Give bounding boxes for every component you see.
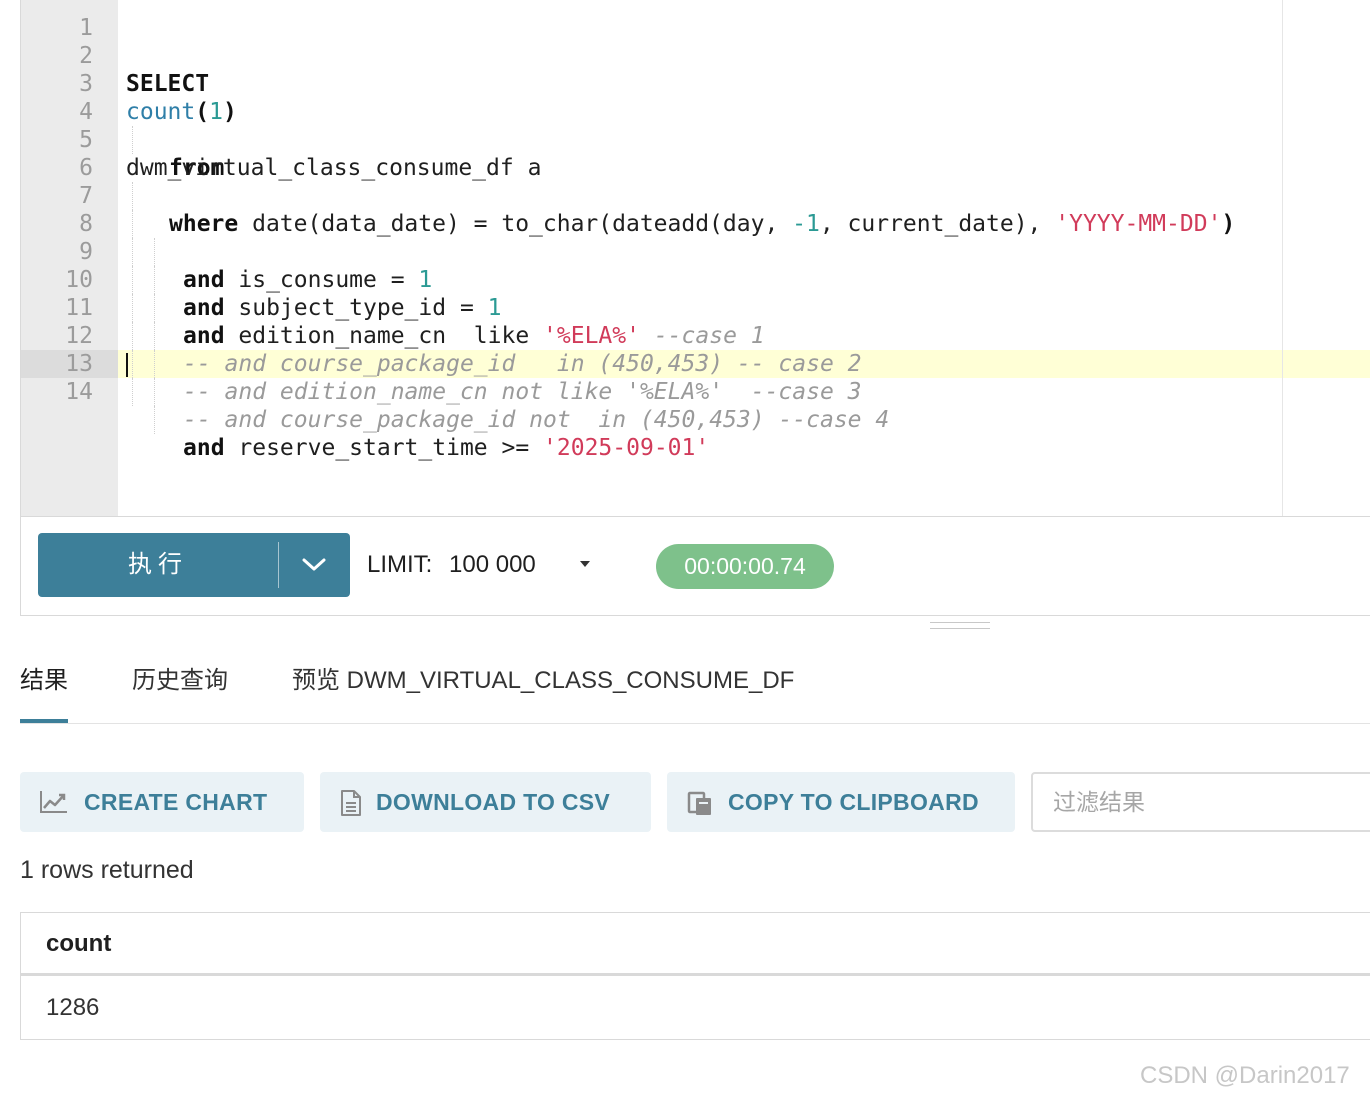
column-header-count[interactable]: count <box>46 930 111 958</box>
indent-guide <box>154 406 155 434</box>
table-cell: 1286 <box>46 994 100 1021</box>
code-line: 7 and is_consume = 1 <box>21 154 1370 293</box>
run-options-dropdown[interactable] <box>279 533 350 597</box>
indent-guide <box>132 378 133 406</box>
code-line: 9 and edition_name_cn like '%ELA%' --cas… <box>21 210 1370 349</box>
code-line: 13 and reserve_start_time >= '2025-09-01… <box>21 322 1370 461</box>
create-chart-label[interactable]: CREATE CHART <box>84 772 267 832</box>
code-line: 14 <box>21 350 1370 405</box>
table-header-row: count <box>21 913 1370 976</box>
active-tab-indicator <box>20 719 68 723</box>
tab-query-history-label[interactable]: 历史查询 <box>132 667 228 694</box>
tab-results[interactable]: 结果 <box>20 660 68 724</box>
sql-comment: -- and edition_name_cn not like '%ELA%' … <box>183 379 862 405</box>
copy-to-clipboard-button[interactable]: COPY TO CLIPBOARD <box>667 772 1015 832</box>
limit-value[interactable]: 100 000 <box>449 551 536 578</box>
code-line: 4 from <box>21 70 1370 181</box>
watermark: CSDN @Darin2017 <box>1140 1062 1350 1089</box>
limit-selector[interactable]: LIMIT: 100 000 <box>367 548 536 582</box>
line-chart-icon <box>40 791 67 813</box>
document-icon <box>341 790 361 816</box>
keyword-and: and <box>183 435 225 461</box>
run-button[interactable]: 执行 <box>38 533 350 597</box>
run-button-label[interactable]: 执行 <box>38 533 278 597</box>
code-line: 8 and subject_type_id = 1 <box>21 182 1370 321</box>
string-literal: '2025-09-01' <box>543 435 710 461</box>
resize-handle[interactable] <box>930 622 990 632</box>
download-csv-label[interactable]: DOWNLOAD TO CSV <box>376 772 610 832</box>
download-csv-button[interactable]: DOWNLOAD TO CSV <box>320 772 651 832</box>
sql-editor[interactable]: 1 2 SELECT 3 count(1) 4 from 5 dwm_virtu… <box>21 0 1370 517</box>
code-line: 1 <box>21 0 1370 41</box>
tab-results-label[interactable]: 结果 <box>20 667 68 694</box>
results-tabs: 结果 历史查询 预览 DWM_VIRTUAL_CLASS_CONSUME_DF <box>20 660 1370 724</box>
sql-comment: -- and course_package_id not in (450,453… <box>183 407 890 433</box>
expression: reserve_start_time >= <box>224 435 544 461</box>
indent-guide <box>154 378 155 406</box>
text-cursor <box>126 353 128 377</box>
code-line: 12 -- and course_package_id not in (450,… <box>21 294 1370 433</box>
code-line: 6 where date(data_date) = to_char(datead… <box>21 126 1370 237</box>
code-line: 10 -- and course_package_id in (450,453)… <box>21 238 1370 377</box>
clipboard-copy-icon <box>687 791 711 815</box>
code-line: 3 count(1) <box>21 42 1370 125</box>
chevron-down-icon[interactable] <box>301 555 327 575</box>
table-row: 1286 <box>21 978 1370 1039</box>
query-timer-badge: 00:00:00.74 <box>656 544 834 589</box>
line-number: 14 <box>65 379 93 405</box>
tab-query-history[interactable]: 历史查询 <box>132 660 228 724</box>
code-line: 5 dwm_virtual_class_consume_df a <box>21 98 1370 181</box>
copy-to-clipboard-label[interactable]: COPY TO CLIPBOARD <box>728 772 979 832</box>
create-chart-button[interactable]: CREATE CHART <box>20 772 304 832</box>
results-table: count 1286 <box>20 912 1370 1040</box>
sql-editor-panel: 1 2 SELECT 3 count(1) 4 from 5 dwm_virtu… <box>20 0 1370 616</box>
caret-down-icon[interactable] <box>579 559 591 569</box>
code-line: 2 SELECT <box>21 14 1370 97</box>
tab-preview[interactable]: 预览 DWM_VIRTUAL_CLASS_CONSUME_DF <box>292 660 794 724</box>
rows-returned-text: 1 rows returned <box>20 856 194 884</box>
tab-preview-label[interactable]: 预览 DWM_VIRTUAL_CLASS_CONSUME_DF <box>292 667 794 694</box>
filter-results-input[interactable] <box>1031 772 1370 832</box>
code-line: 11 -- and edition_name_cn not like '%ELA… <box>21 266 1370 405</box>
limit-label: LIMIT: <box>367 551 433 578</box>
